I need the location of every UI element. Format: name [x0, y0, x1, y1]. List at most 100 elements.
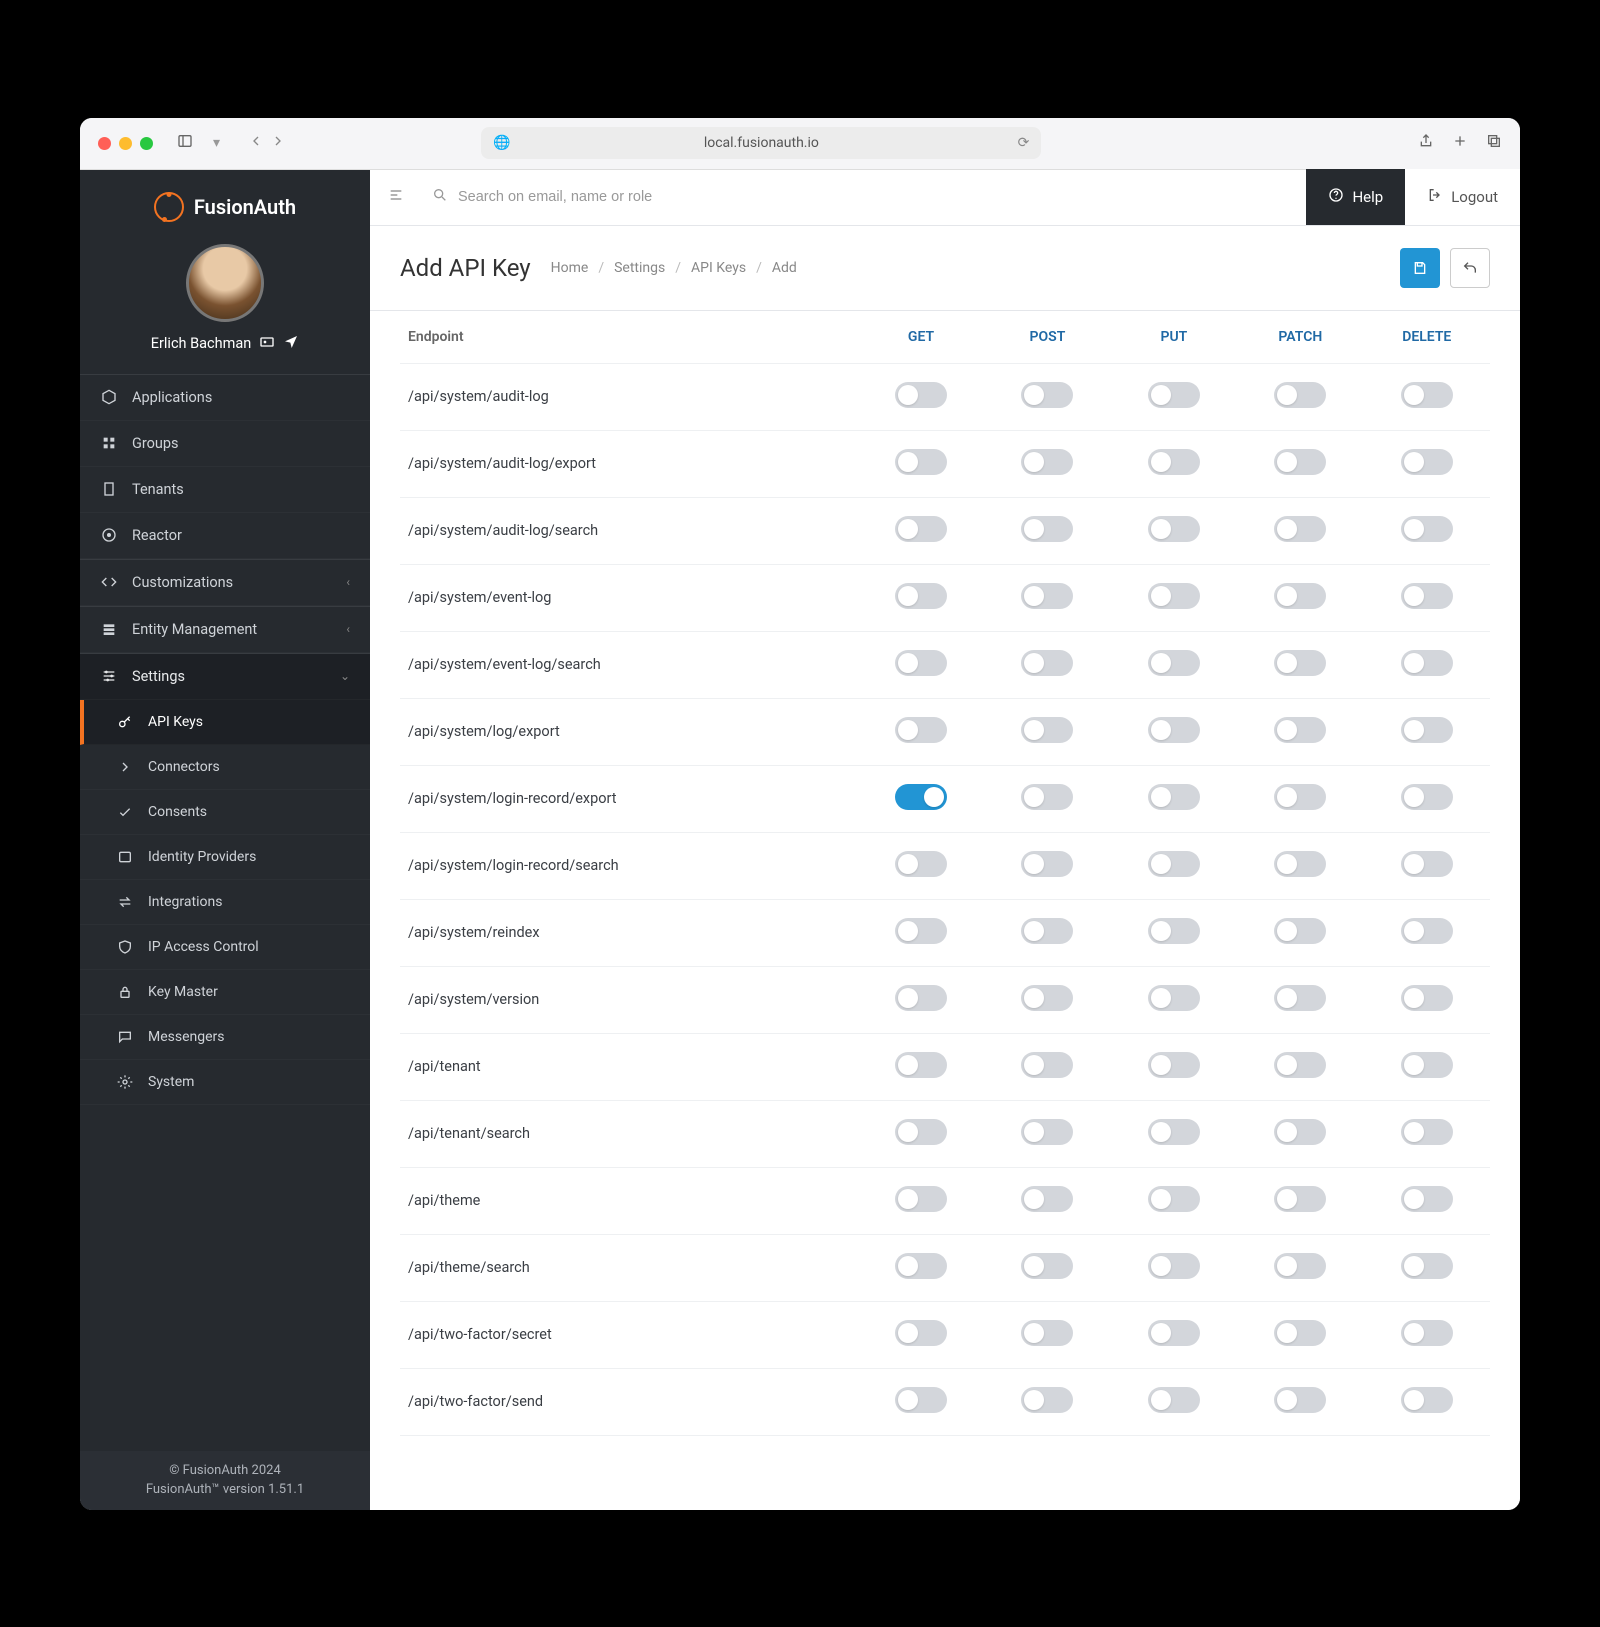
permission-toggle[interactable] [1148, 985, 1200, 1011]
sidebar-sub-key-master[interactable]: Key Master [80, 970, 370, 1015]
breadcrumb-segment[interactable]: Settings [614, 260, 665, 276]
sidebar-sub-connectors[interactable]: Connectors [80, 745, 370, 790]
address-bar[interactable]: 🌐 local.fusionauth.io ⟳ [481, 127, 1041, 159]
permission-toggle[interactable] [1274, 918, 1326, 944]
permission-toggle[interactable] [1148, 650, 1200, 676]
permission-toggle[interactable] [1021, 985, 1073, 1011]
permission-toggle[interactable] [1274, 1320, 1326, 1346]
permission-toggle[interactable] [1021, 1320, 1073, 1346]
sidebar-sub-messengers[interactable]: Messengers [80, 1015, 370, 1060]
sidebar-item-reactor[interactable]: Reactor [80, 513, 370, 559]
permission-toggle[interactable] [1148, 1320, 1200, 1346]
logo[interactable]: FusionAuth [80, 170, 370, 230]
sidebar-sub-api-keys[interactable]: API Keys [80, 700, 370, 745]
save-button[interactable] [1400, 248, 1440, 288]
permission-toggle[interactable] [1274, 717, 1326, 743]
permission-toggle[interactable] [1021, 583, 1073, 609]
permission-toggle[interactable] [1274, 516, 1326, 542]
permission-toggle[interactable] [895, 985, 947, 1011]
permission-toggle[interactable] [1274, 985, 1326, 1011]
permission-toggle[interactable] [1021, 1119, 1073, 1145]
sidebar-item-applications[interactable]: Applications [80, 375, 370, 421]
permission-toggle[interactable] [1401, 516, 1453, 542]
permission-toggle[interactable] [1021, 382, 1073, 408]
permission-toggle[interactable] [1021, 650, 1073, 676]
sidebar-sub-integrations[interactable]: Integrations [80, 880, 370, 925]
permission-toggle[interactable] [1401, 1320, 1453, 1346]
permission-toggle[interactable] [1401, 784, 1453, 810]
collapse-sidebar-button[interactable] [370, 187, 422, 207]
permission-toggle[interactable] [895, 516, 947, 542]
permission-toggle[interactable] [1274, 650, 1326, 676]
permission-toggle[interactable] [1148, 516, 1200, 542]
new-tab-icon[interactable] [1452, 133, 1468, 153]
method-header-put[interactable]: PUT [1111, 311, 1237, 364]
permission-toggle[interactable] [1021, 1052, 1073, 1078]
permission-toggle[interactable] [1274, 851, 1326, 877]
permission-toggle[interactable] [1401, 985, 1453, 1011]
sidebar-item-tenants[interactable]: Tenants [80, 467, 370, 513]
method-header-get[interactable]: GET [858, 311, 984, 364]
permission-toggle[interactable] [1148, 583, 1200, 609]
permission-toggle[interactable] [1401, 1119, 1453, 1145]
breadcrumb-segment[interactable]: Home [551, 260, 589, 276]
permission-toggle[interactable] [1274, 1387, 1326, 1413]
sidebar-toggle-icon[interactable] [177, 133, 193, 154]
method-header-post[interactable]: POST [984, 311, 1110, 364]
permission-toggle[interactable] [1401, 1253, 1453, 1279]
permission-toggle[interactable] [1021, 1387, 1073, 1413]
method-header-delete[interactable]: DELETE [1364, 311, 1490, 364]
permission-toggle[interactable] [1401, 1186, 1453, 1212]
method-header-patch[interactable]: PATCH [1237, 311, 1363, 364]
sidebar-item-customizations[interactable]: Customizations ‹ [80, 559, 370, 606]
permission-toggle[interactable] [1148, 449, 1200, 475]
permission-toggle[interactable] [1274, 583, 1326, 609]
back-button[interactable] [248, 133, 264, 153]
sidebar-sub-ip-access-control[interactable]: IP Access Control [80, 925, 370, 970]
permission-toggle[interactable] [895, 1119, 947, 1145]
permission-toggle[interactable] [1401, 918, 1453, 944]
permission-toggle[interactable] [895, 1186, 947, 1212]
permission-toggle[interactable] [1148, 1119, 1200, 1145]
permission-toggle[interactable] [1401, 851, 1453, 877]
permission-toggle[interactable] [895, 918, 947, 944]
permission-toggle[interactable] [1401, 650, 1453, 676]
permission-toggle[interactable] [1148, 1186, 1200, 1212]
permission-toggle[interactable] [1274, 1052, 1326, 1078]
permission-toggle[interactable] [1148, 918, 1200, 944]
tabs-icon[interactable] [1486, 133, 1502, 153]
permission-toggle[interactable] [895, 382, 947, 408]
permission-toggle[interactable] [1021, 918, 1073, 944]
permission-toggle[interactable] [1401, 382, 1453, 408]
permission-toggle[interactable] [1274, 1186, 1326, 1212]
id-card-icon[interactable] [259, 334, 275, 354]
permission-toggle[interactable] [1021, 851, 1073, 877]
refresh-icon[interactable]: ⟳ [1018, 135, 1030, 151]
location-icon[interactable] [283, 334, 299, 354]
permission-toggle[interactable] [895, 784, 947, 810]
search-input[interactable] [458, 189, 1296, 205]
permission-toggle[interactable] [1401, 1387, 1453, 1413]
permission-toggle[interactable] [895, 1052, 947, 1078]
breadcrumb-segment[interactable]: API Keys [691, 260, 746, 276]
permission-toggle[interactable] [1021, 449, 1073, 475]
sidebar-sub-system[interactable]: System [80, 1060, 370, 1105]
permission-toggle[interactable] [895, 650, 947, 676]
permission-toggle[interactable] [1148, 851, 1200, 877]
close-window-button[interactable] [98, 137, 111, 150]
permission-toggle[interactable] [895, 1320, 947, 1346]
permission-toggle[interactable] [1148, 1052, 1200, 1078]
permission-toggle[interactable] [1148, 1253, 1200, 1279]
undo-button[interactable] [1450, 248, 1490, 288]
permission-toggle[interactable] [895, 717, 947, 743]
permission-toggle[interactable] [1401, 583, 1453, 609]
permission-toggle[interactable] [1274, 382, 1326, 408]
permission-toggle[interactable] [1148, 784, 1200, 810]
sidebar-item-settings[interactable]: Settings ⌄ [80, 653, 370, 700]
chevron-down-icon[interactable]: ▾ [207, 135, 226, 151]
permission-toggle[interactable] [895, 583, 947, 609]
permission-toggle[interactable] [1401, 1052, 1453, 1078]
permission-toggle[interactable] [1148, 1387, 1200, 1413]
permission-toggle[interactable] [1274, 784, 1326, 810]
sidebar-item-groups[interactable]: Groups [80, 421, 370, 467]
